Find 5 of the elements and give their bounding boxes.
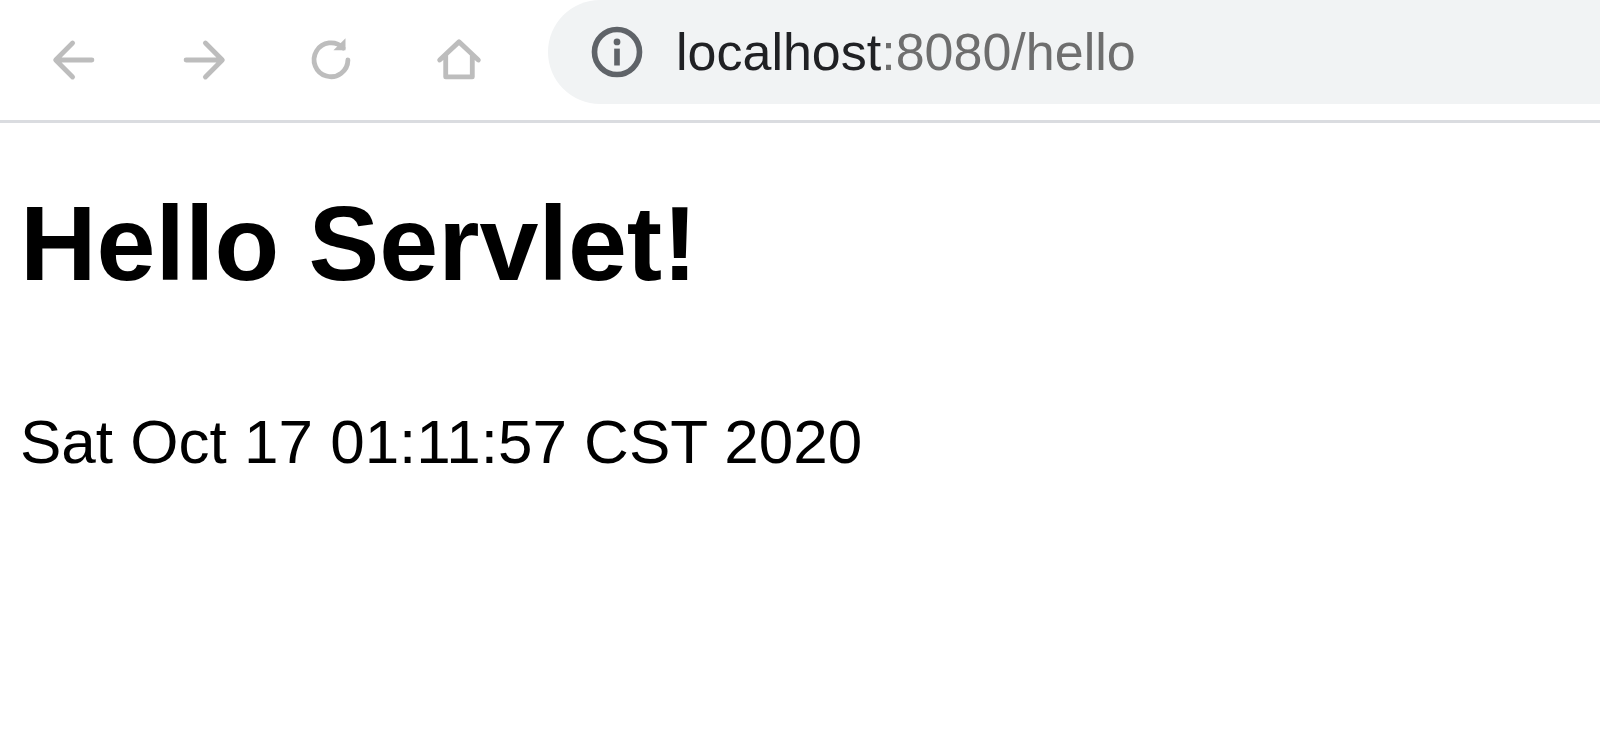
url-text[interactable]: localhost:8080/hello <box>676 22 1136 82</box>
address-bar[interactable]: localhost:8080/hello <box>548 0 1600 104</box>
date-text: Sat Oct 17 01:11:57 CST 2020 <box>20 405 864 477</box>
info-icon[interactable] <box>590 25 644 79</box>
page-heading: Hello Servlet! <box>20 185 699 302</box>
